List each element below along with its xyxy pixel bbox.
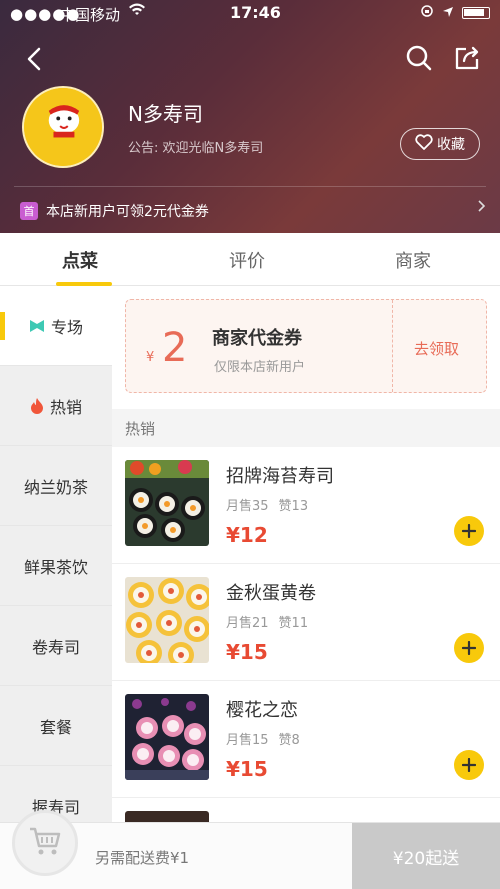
- tab-order[interactable]: 点菜: [62, 247, 98, 273]
- dish-stats: 月售35 赞13: [226, 495, 308, 514]
- flame-icon: [30, 397, 44, 415]
- dish-price: ¥15: [226, 640, 268, 664]
- promo-tag: 首: [20, 202, 38, 220]
- shop-name: N多寿司: [128, 102, 203, 126]
- plus-icon: [462, 641, 476, 655]
- status-bar: ●●●●● 中国移动 17:46: [0, 0, 500, 28]
- tab-merchant[interactable]: 商家: [395, 247, 431, 273]
- battery-icon: [462, 7, 490, 19]
- coupon-amount: 2: [162, 325, 188, 371]
- wifi-icon: [128, 3, 146, 21]
- dish-stats: 月售15 赞8: [226, 729, 300, 748]
- sidebar-item-label: 专场: [50, 317, 83, 337]
- chevron-right-icon: [478, 200, 486, 216]
- back-icon[interactable]: [20, 44, 50, 74]
- dish-item[interactable]: 金秋蛋黄卷 月售21 赞11 ¥15: [112, 564, 500, 681]
- sidebar-item-special[interactable]: 专场: [0, 286, 112, 366]
- dish-likes: 赞8: [278, 733, 300, 748]
- cart-button[interactable]: [12, 810, 78, 876]
- share-icon[interactable]: [452, 43, 482, 73]
- checkout-button[interactable]: ¥20起送: [352, 823, 500, 889]
- shop-header: ●●●●● 中国移动 17:46 N多寿司 公告: 欢迎光临N多寿司 收藏 首 …: [0, 0, 500, 233]
- coupon-title: 商家代金券: [212, 328, 302, 349]
- delivery-fee-note: 另需配送费¥1: [95, 849, 190, 867]
- coupon-divider: [392, 300, 393, 392]
- sidebar-item-label: 卷寿司: [31, 637, 80, 657]
- location-icon: [442, 4, 454, 22]
- cart-icon: [28, 826, 62, 860]
- dish-monthly-sales: 月售21: [226, 616, 269, 631]
- dish-image: [125, 577, 209, 663]
- tab-reviews[interactable]: 评价: [229, 247, 265, 273]
- menu-content: ¥ 2 商家代金券 仅限本店新用户 去领取 热销 招牌海苔寿司 月售35 赞13 …: [112, 286, 500, 889]
- promo-text: 本店新用户可领2元代金券: [46, 204, 209, 220]
- dish-likes: 赞11: [278, 616, 309, 631]
- carrier-label: 中国移动: [60, 6, 121, 24]
- sidebar-item-hot[interactable]: 热销: [0, 366, 112, 446]
- favorite-button[interactable]: 收藏: [400, 128, 480, 160]
- heart-icon: [415, 134, 433, 154]
- coupon-subtitle: 仅限本店新用户: [214, 360, 306, 375]
- dish-monthly-sales: 月售15: [226, 733, 269, 748]
- clock: 17:46: [230, 3, 281, 22]
- dish-stats: 月售21 赞11: [226, 612, 308, 631]
- sidebar-item-label: 套餐: [39, 717, 72, 737]
- favorite-label: 收藏: [437, 137, 465, 153]
- special-icon: [29, 319, 45, 333]
- section-title: 热销: [112, 409, 500, 447]
- category-sidebar: 专场 热销 纳兰奶茶 鲜果茶饮 卷寿司 套餐 握寿司: [0, 286, 112, 889]
- sidebar-item-roll-sushi[interactable]: 卷寿司: [0, 606, 112, 686]
- search-icon[interactable]: [404, 43, 434, 73]
- divider: [14, 186, 486, 187]
- sidebar-item-label: 热销: [49, 397, 82, 417]
- shop-logo: [22, 86, 104, 168]
- sidebar-item-label: 纳兰奶茶: [23, 477, 88, 497]
- coupon-currency: ¥: [146, 350, 155, 365]
- merchant-coupon: ¥ 2 商家代金券 仅限本店新用户 去领取: [125, 299, 487, 393]
- sidebar-item-fruit-tea[interactable]: 鲜果茶饮: [0, 526, 112, 606]
- plus-icon: [462, 758, 476, 772]
- new-user-promo[interactable]: 首 本店新用户可领2元代金券: [20, 198, 486, 224]
- cart-bar: 另需配送费¥1 ¥20起送: [0, 810, 500, 889]
- dish-image: [125, 460, 209, 546]
- lock-rotation-icon: [420, 4, 434, 22]
- dish-image: [125, 694, 209, 780]
- shop-notice: 公告: 欢迎光临N多寿司: [128, 141, 264, 156]
- sidebar-item-milk-tea[interactable]: 纳兰奶茶: [0, 446, 112, 526]
- dish-monthly-sales: 月售35: [226, 499, 269, 514]
- dish-price: ¥12: [226, 523, 268, 547]
- sidebar-item-label: 鲜果茶饮: [23, 557, 88, 577]
- sidebar-item-set-meal[interactable]: 套餐: [0, 686, 112, 766]
- dish-name: 招牌海苔寿司: [226, 466, 334, 487]
- dish-item[interactable]: 招牌海苔寿司 月售35 赞13 ¥12: [112, 447, 500, 564]
- dish-name: 金秋蛋黄卷: [226, 583, 316, 604]
- dish-price: ¥15: [226, 757, 268, 781]
- add-to-cart-button[interactable]: [454, 750, 484, 780]
- claim-coupon-button[interactable]: 去领取: [414, 338, 459, 359]
- add-to-cart-button[interactable]: [454, 516, 484, 546]
- add-to-cart-button[interactable]: [454, 633, 484, 663]
- dish-likes: 赞13: [278, 499, 309, 514]
- dish-item[interactable]: 樱花之恋 月售15 赞8 ¥15: [112, 681, 500, 798]
- tab-bar: 点菜 评价 商家: [0, 233, 500, 286]
- dish-name: 樱花之恋: [226, 700, 298, 721]
- plus-icon: [462, 524, 476, 538]
